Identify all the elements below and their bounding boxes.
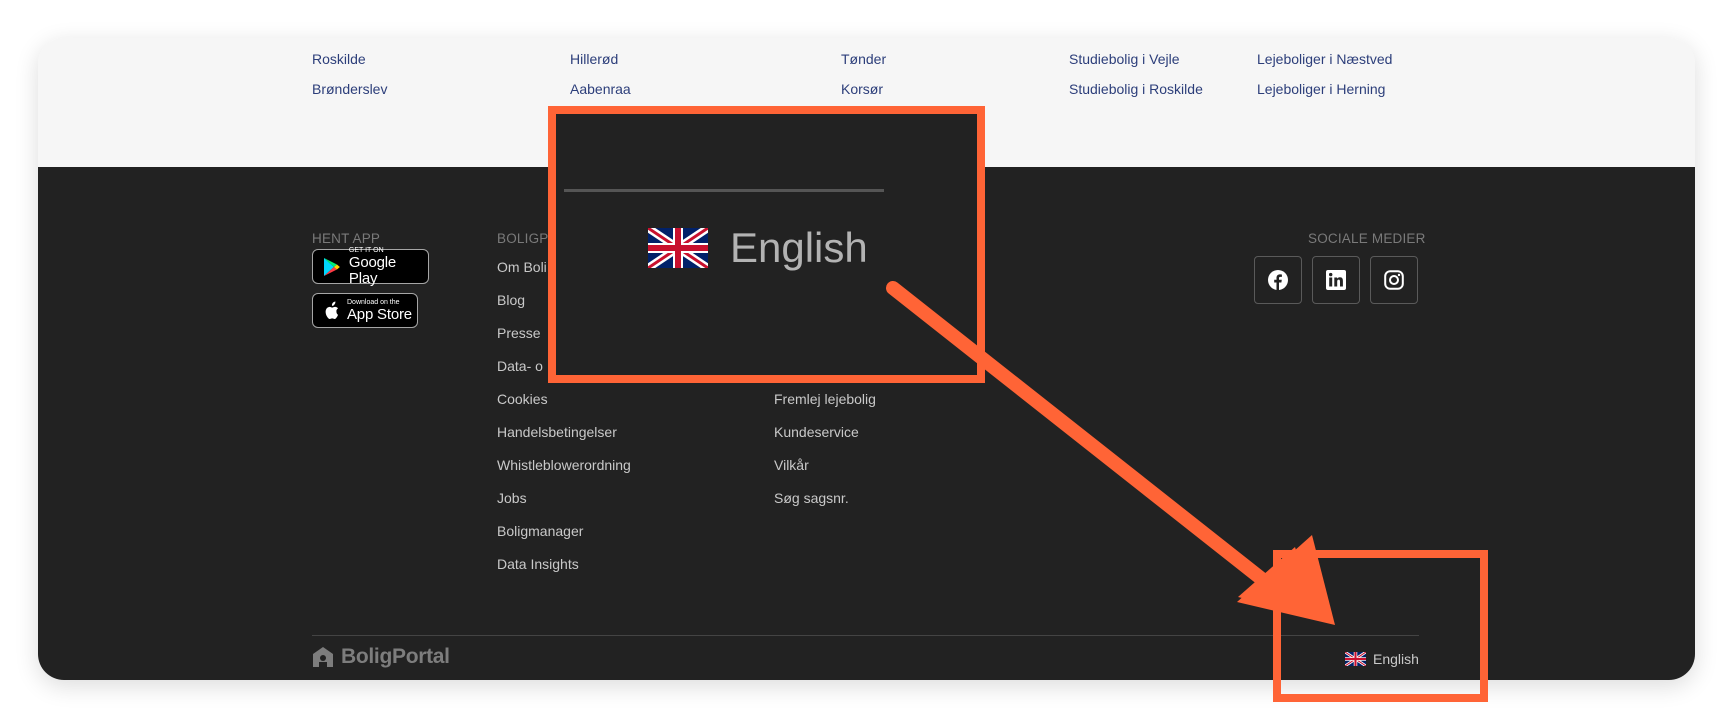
linkedin-button[interactable] — [1312, 256, 1360, 304]
footer-link-terms[interactable]: Handelsbetingelser — [497, 424, 617, 440]
instagram-button[interactable] — [1370, 256, 1418, 304]
app-heading: HENT APP — [312, 231, 381, 246]
footer-link-vilkar[interactable]: Vilkår — [774, 457, 809, 473]
logo-text: BoligPortal — [341, 645, 450, 668]
social-heading: SOCIALE MEDIER — [1308, 231, 1426, 246]
footer-link-jobs[interactable]: Jobs — [497, 490, 527, 506]
footer-link-data-insights[interactable]: Data Insights — [497, 556, 579, 572]
city-link[interactable]: Hillerød — [570, 44, 631, 74]
zoom-callout: English — [548, 106, 985, 383]
city-link[interactable]: Studiebolig i Vejle — [1069, 44, 1203, 74]
footer-link-cookies[interactable]: Cookies — [497, 391, 548, 407]
city-link[interactable]: Tønder — [841, 44, 886, 74]
google-play-icon — [323, 257, 340, 276]
app-store-badge[interactable]: Download on the App Store — [312, 293, 418, 328]
facebook-icon — [1268, 270, 1288, 290]
boligportal-heading: BOLIGP — [497, 231, 549, 246]
house-logo-icon — [313, 647, 333, 667]
city-column: Studiebolig i Vejle Studiebolig i Roskil… — [1069, 44, 1203, 104]
footer-link-press[interactable]: Presse — [497, 325, 541, 341]
footer-link-about[interactable]: Om Boli — [497, 259, 547, 275]
zoomed-language-label: English — [730, 224, 868, 271]
highlight-box — [1273, 550, 1488, 702]
city-link[interactable]: Roskilde — [312, 44, 387, 74]
city-link[interactable]: Aabenraa — [570, 74, 631, 104]
instagram-icon — [1384, 270, 1404, 290]
footer-divider — [312, 635, 1419, 636]
uk-flag-icon — [648, 228, 708, 268]
zoomed-language-selector: English — [648, 224, 868, 272]
footer-link-data[interactable]: Data- o — [497, 358, 543, 374]
facebook-button[interactable] — [1254, 256, 1302, 304]
footer-link-sublet[interactable]: Fremlej lejebolig — [774, 391, 876, 407]
google-play-badge[interactable]: GET IT ON Google Play — [312, 247, 429, 287]
footer-link-blog[interactable]: Blog — [497, 292, 525, 308]
city-column: Hillerød Aabenraa — [570, 44, 631, 104]
city-link[interactable]: Korsør — [841, 74, 886, 104]
linkedin-icon — [1326, 270, 1346, 290]
footer-link-boligmanager[interactable]: Boligmanager — [497, 523, 583, 539]
footer-link-support[interactable]: Kundeservice — [774, 424, 859, 440]
footer-link-case-search[interactable]: Søg sagsnr. — [774, 490, 849, 506]
boligportal-logo[interactable]: BoligPortal — [312, 645, 450, 669]
city-column: Roskilde Brønderslev — [312, 44, 387, 104]
app-store-big-text: App Store — [347, 305, 412, 323]
city-link[interactable]: Studiebolig i Roskilde — [1069, 74, 1203, 104]
city-link[interactable]: Lejeboliger i Herning — [1257, 74, 1392, 104]
city-link[interactable]: Brønderslev — [312, 74, 387, 104]
google-play-big-text: Google Play — [348, 253, 397, 287]
apple-icon — [325, 301, 338, 319]
city-link[interactable]: Lejeboliger i Næstved — [1257, 44, 1392, 74]
city-column: Lejeboliger i Næstved Lejeboliger i Hern… — [1257, 44, 1392, 104]
city-column: Tønder Korsør — [841, 44, 886, 104]
zoom-divider — [564, 189, 884, 192]
footer-link-whistleblower[interactable]: Whistleblowerordning — [497, 457, 631, 473]
